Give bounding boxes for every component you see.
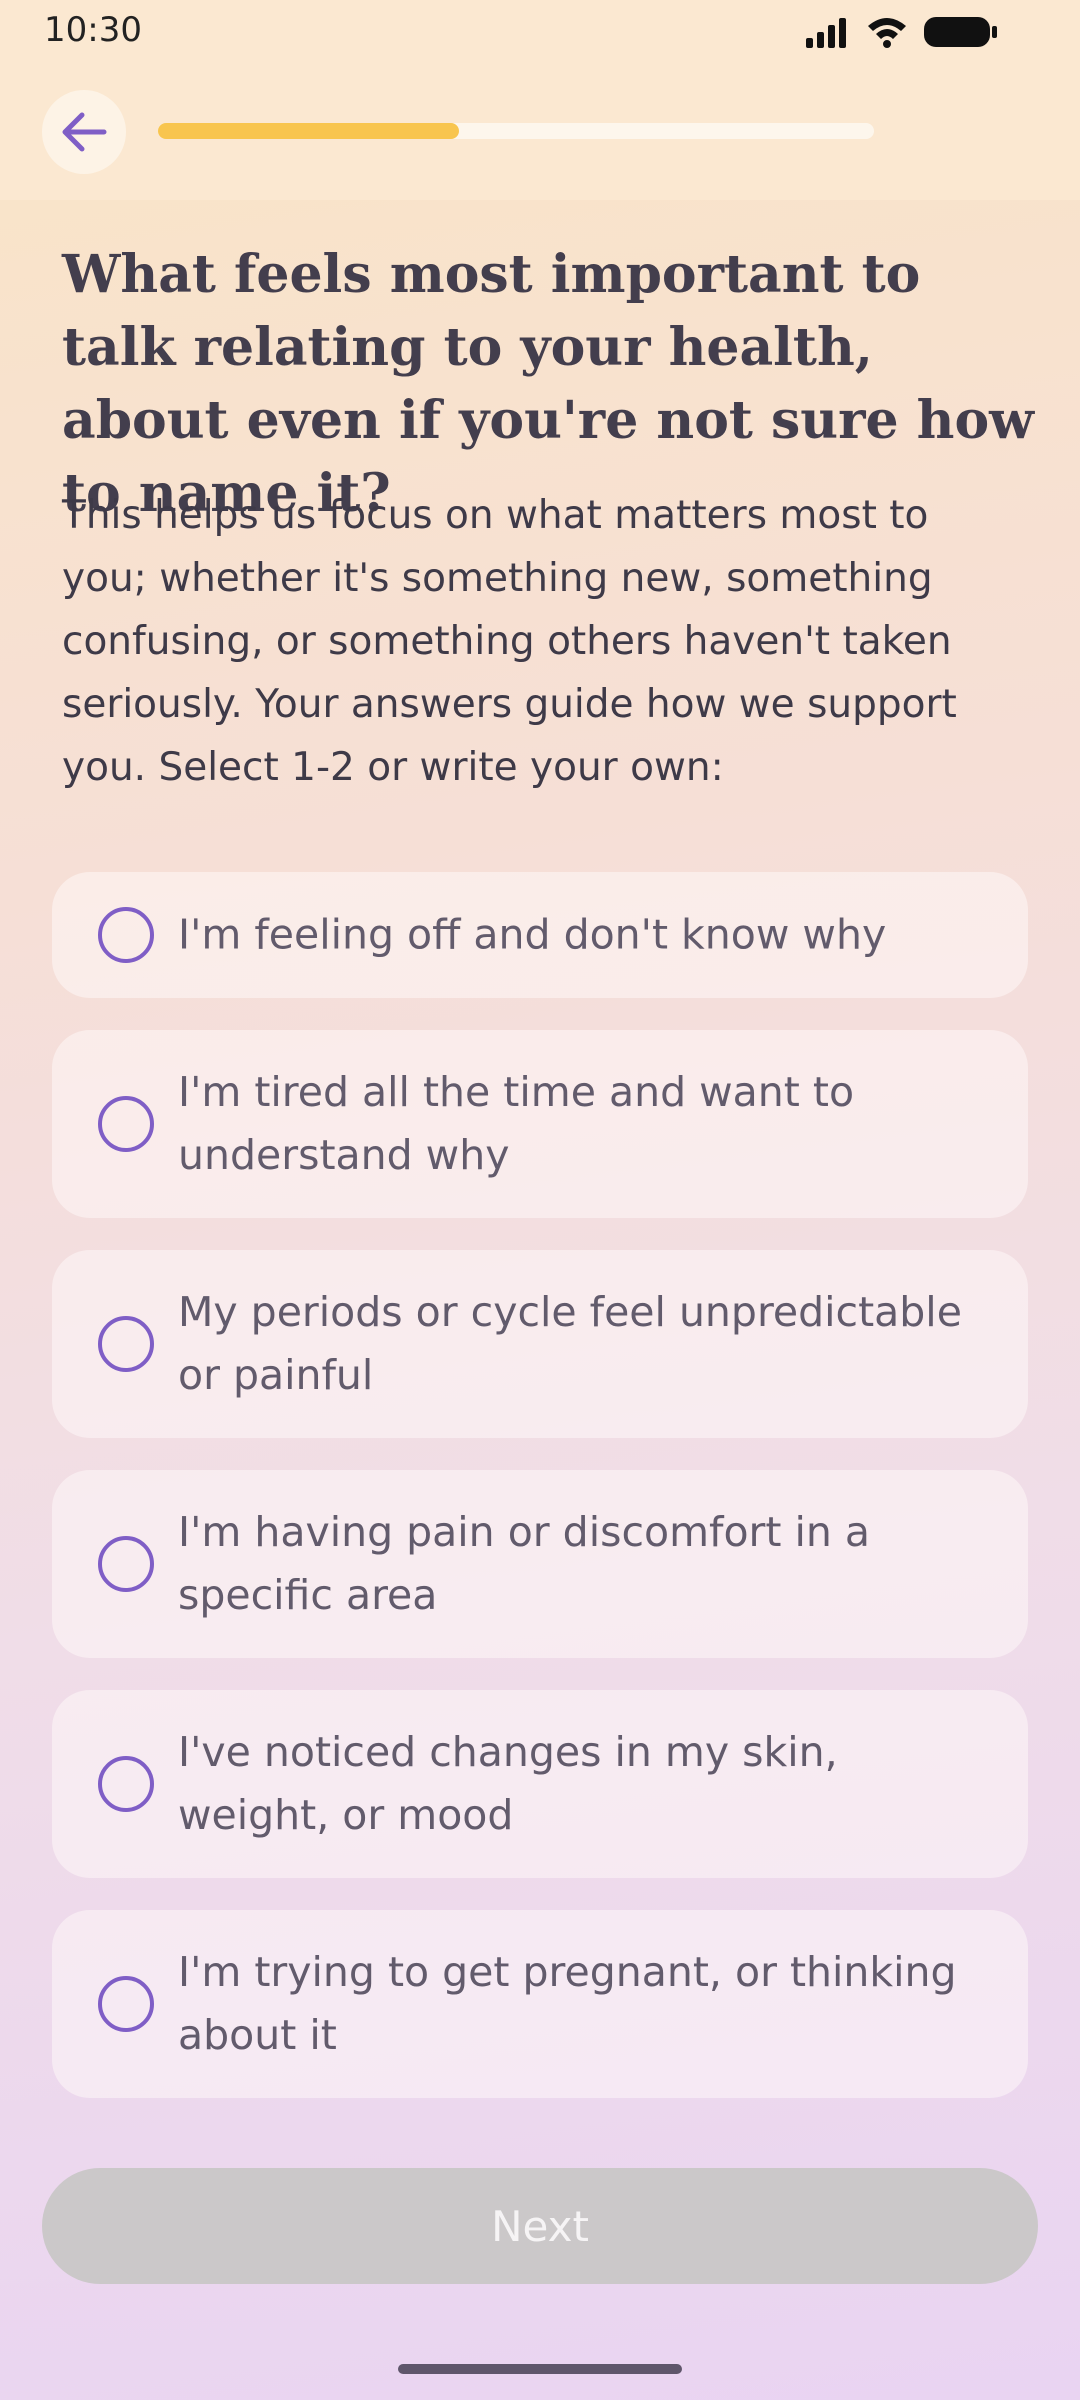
status-bar: 10:30 (0, 0, 1080, 62)
next-button[interactable]: Next (42, 2168, 1038, 2284)
option-periods[interactable]: My periods or cycle feel unpredictable o… (52, 1250, 1028, 1438)
option-feeling-off[interactable]: I'm feeling off and don't know why (52, 872, 1028, 998)
status-time: 10:30 (44, 10, 142, 50)
option-label: My periods or cycle feel unpredictable o… (178, 1288, 962, 1399)
option-label: I'm having pain or discomfort in a speci… (178, 1508, 871, 1619)
status-icons (806, 14, 1006, 50)
option-label: I'm feeling off and don't know why (178, 910, 887, 959)
option-changes[interactable]: I've noticed changes in my skin, weight,… (52, 1690, 1028, 1878)
battery-icon (924, 17, 997, 47)
arrow-left-icon (62, 112, 107, 152)
option-tired[interactable]: I'm tired all the time and want to under… (52, 1030, 1028, 1218)
option-label: I've noticed changes in my skin, weight,… (178, 1728, 838, 1839)
home-indicator[interactable] (398, 2364, 682, 2374)
radio-button[interactable] (98, 1096, 154, 1152)
progress-fill (158, 123, 459, 139)
radio-button[interactable] (98, 1756, 154, 1812)
radio-button[interactable] (98, 907, 154, 963)
radio-button[interactable] (98, 1536, 154, 1592)
question-description: This helps us focus on what matters most… (62, 493, 957, 790)
radio-button[interactable] (98, 1316, 154, 1372)
back-button[interactable] (42, 90, 126, 174)
header (0, 62, 1080, 200)
option-pregnant[interactable]: I'm trying to get pregnant, or thinking … (52, 1910, 1028, 2098)
option-label: I'm tired all the time and want to under… (178, 1068, 855, 1179)
options-list: I'm feeling off and don't know why I'm t… (52, 872, 1028, 2130)
option-pain[interactable]: I'm having pain or discomfort in a speci… (52, 1470, 1028, 1658)
option-label: I'm trying to get pregnant, or thinking … (178, 1948, 957, 2059)
wifi-icon (868, 18, 906, 48)
signal-icon (806, 18, 846, 48)
progress-bar (158, 123, 874, 139)
radio-button[interactable] (98, 1976, 154, 2032)
